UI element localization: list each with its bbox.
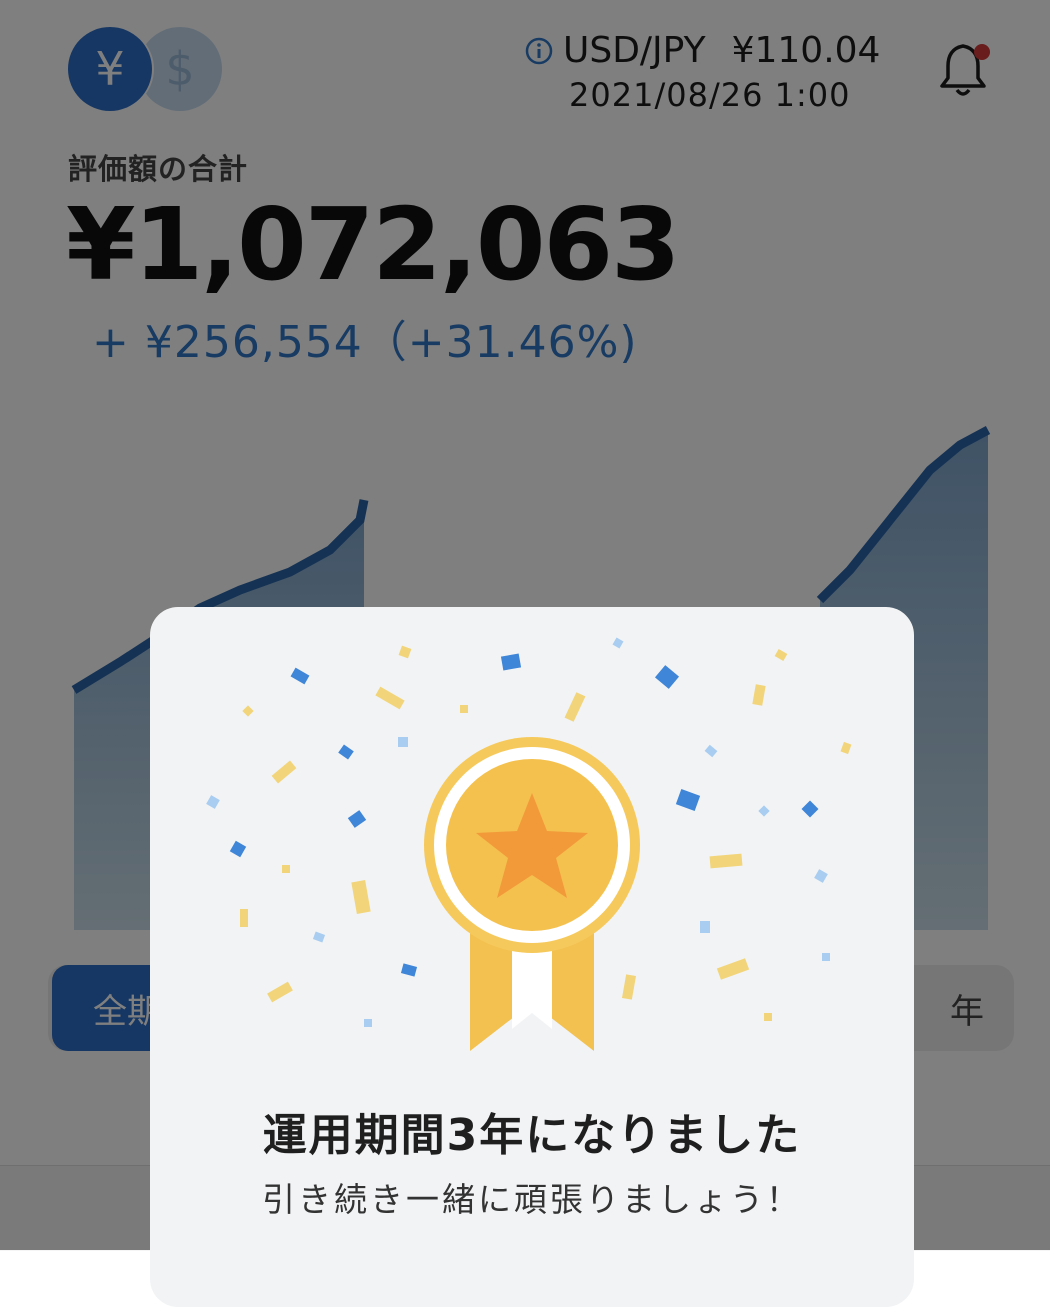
achievement-modal: 運用期間3年になりました 引き続き一緒に頑張りましょう！ [150,607,914,1307]
modal-subtitle: 引き続き一緒に頑張りましょう！ [262,1180,802,1219]
modal-title: 運用期間3年になりました [262,1110,802,1161]
app-screen: $ ¥ USD/JPY ¥110.04 2021/08/26 1:00 評価額の… [0,0,1050,1307]
medal-star-icon [424,737,640,1051]
